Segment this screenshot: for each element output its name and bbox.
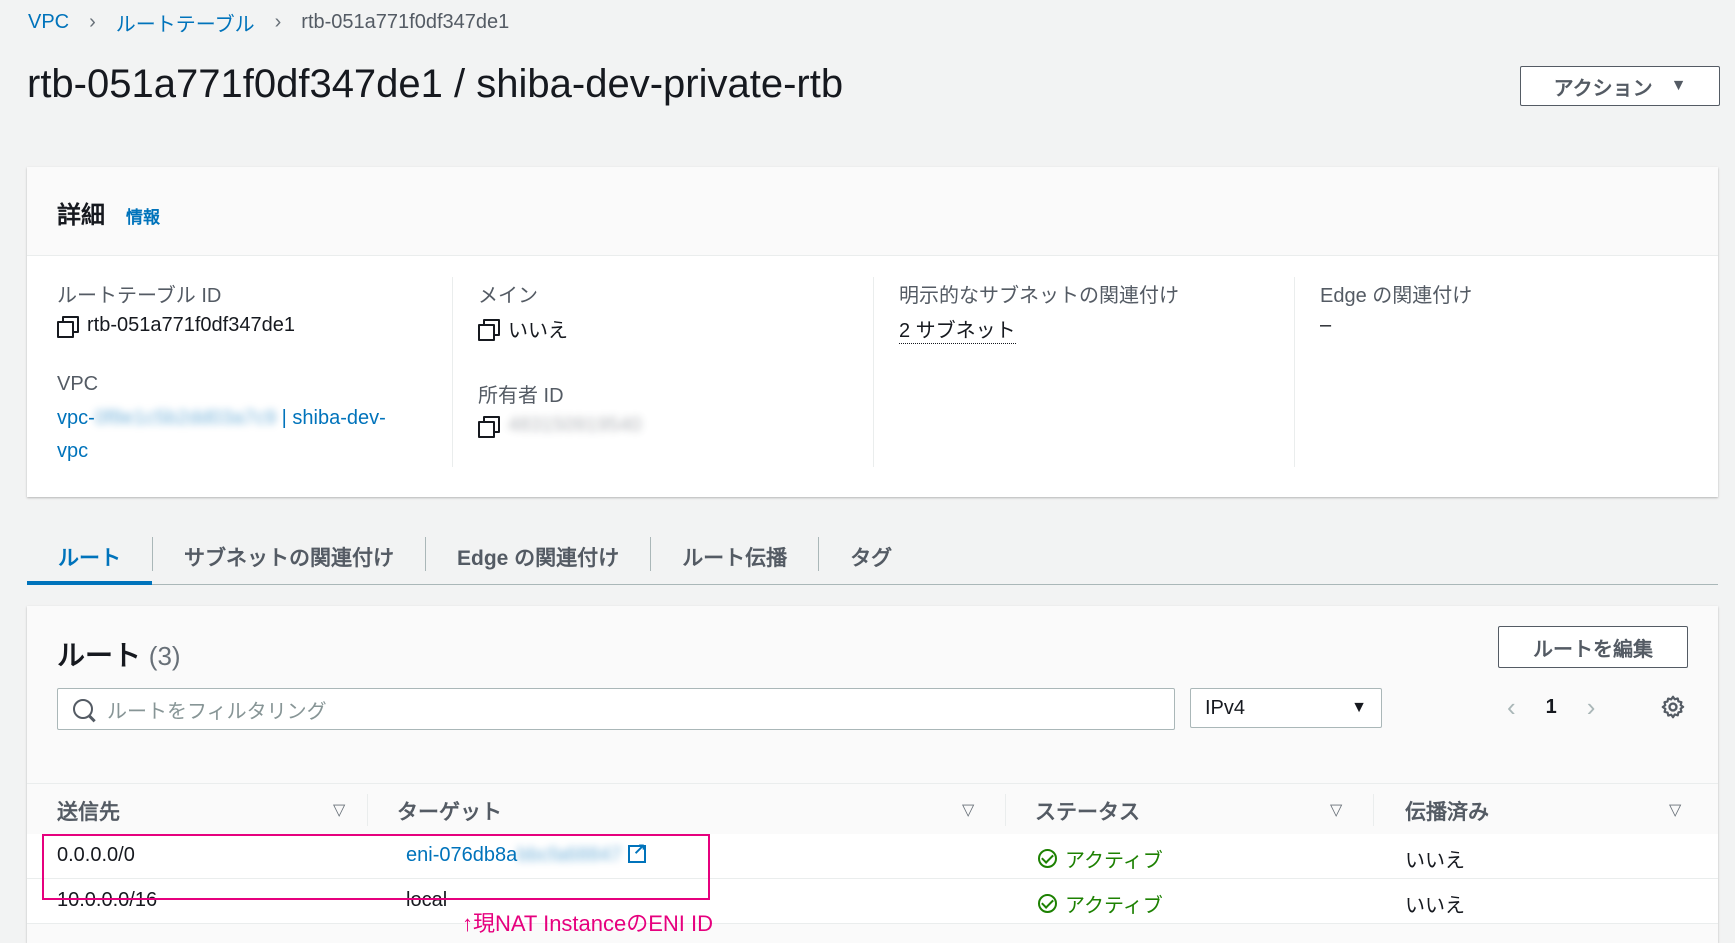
route-table-id-text: rtb-051a771f0df347de1: [87, 314, 295, 336]
tab-route-propagation[interactable]: ルート伝播: [651, 532, 818, 584]
main-value-text: いいえ: [508, 320, 568, 342]
search-placeholder: ルートをフィルタリング: [107, 700, 327, 723]
divider: [452, 277, 453, 467]
tab-tags[interactable]: タグ: [819, 532, 923, 584]
col-target[interactable]: ターゲット: [397, 796, 502, 826]
check-circle-icon: [1038, 894, 1057, 913]
info-link[interactable]: 情報: [126, 203, 160, 228]
row-propagated: いいえ: [1405, 850, 1465, 872]
col-divider: [1373, 794, 1374, 826]
breadcrumb-vpc[interactable]: VPC: [28, 11, 69, 34]
route-table-id-label: ルートテーブル ID: [57, 285, 222, 307]
vpc-link[interactable]: vpc-0f8e1c5b2dd03a7c9 | shiba-dev- vpc: [57, 402, 427, 468]
col-status[interactable]: ステータス: [1035, 796, 1140, 826]
breadcrumb-current: rtb-051a771f0df347de1: [301, 11, 510, 33]
subnet-assoc-text[interactable]: 2 サブネット: [899, 314, 1016, 344]
main-value: いいえ: [478, 314, 858, 343]
tab-bar: ルート サブネットの関連付け Edge の関連付け ルート伝播 タグ: [27, 532, 1718, 585]
edit-routes-button[interactable]: ルートを編集: [1498, 626, 1688, 668]
tab-subnet-associations[interactable]: サブネットの関連付け: [153, 532, 425, 584]
ip-version-value: IPv4: [1205, 696, 1246, 719]
breadcrumb: VPC › ルートテーブル › rtb-051a771f0df347de1: [28, 8, 509, 37]
check-circle-icon: [1038, 849, 1057, 868]
edge-assoc-value: –: [1320, 314, 1332, 336]
chevron-right-icon: ›: [89, 11, 96, 33]
chevron-right-icon: ›: [274, 11, 282, 33]
details-col-1: ルートテーブル ID rtb-051a771f0df347de1 VPC vpc…: [57, 255, 437, 485]
page-number[interactable]: 1: [1546, 696, 1557, 719]
divider: [873, 277, 874, 467]
subnet-assoc-label: 明示的なサブネットの関連付け: [899, 285, 1179, 307]
caret-down-icon: ▼: [1670, 77, 1687, 94]
details-col-4: Edge の関連付け –: [1320, 255, 1700, 485]
actions-button[interactable]: アクション ▼: [1520, 66, 1720, 106]
routes-count: (3): [148, 641, 181, 671]
actions-button-label: アクション: [1553, 77, 1653, 100]
route-table-id-value: rtb-051a771f0df347de1: [57, 314, 437, 338]
chevron-right-icon[interactable]: ›: [1587, 692, 1596, 723]
row-status: アクティブ: [1038, 844, 1163, 873]
route-filter[interactable]: ルートをフィルタリング: [57, 688, 1175, 730]
details-panel: 詳細 情報 ルートテーブル ID rtb-051a771f0df347de1 V…: [27, 167, 1718, 497]
owner-id-value: 483150919540: [478, 414, 858, 438]
details-col-2: メイン いいえ 所有者 ID 483150919540: [478, 255, 858, 485]
edge-assoc-label: Edge の関連付け: [1320, 285, 1473, 307]
col-divider: [367, 794, 368, 826]
col-destination[interactable]: 送信先: [57, 796, 120, 826]
routes-title: ルート (3): [57, 634, 181, 674]
chevron-left-icon[interactable]: ‹: [1507, 692, 1516, 723]
subnet-assoc-value[interactable]: 2 サブネット: [899, 314, 1279, 344]
sort-icon[interactable]: ▽: [962, 800, 974, 820]
row-status-text: アクティブ: [1065, 850, 1163, 872]
row-status: アクティブ: [1038, 889, 1163, 918]
sort-icon[interactable]: ▽: [1669, 800, 1681, 820]
pagination: ‹ 1 ›: [1507, 692, 1595, 723]
vpc-prefix: vpc-: [57, 407, 95, 429]
details-header: 詳細 情報: [27, 167, 1718, 256]
owner-id-redacted: 483150919540: [508, 414, 642, 436]
vpc-name-cont: vpc: [57, 440, 89, 462]
sort-icon[interactable]: ▽: [1330, 800, 1342, 820]
ip-version-select[interactable]: IPv4 ▼: [1190, 688, 1382, 728]
vpc-label: VPC: [57, 373, 99, 395]
routes-title-text: ルート: [57, 640, 142, 671]
main-label: メイン: [478, 285, 538, 307]
copy-icon[interactable]: [57, 315, 79, 338]
caret-down-icon: ▼: [1351, 699, 1367, 716]
sort-icon[interactable]: ▽: [333, 800, 345, 820]
breadcrumb-route-tables[interactable]: ルートテーブル: [116, 8, 255, 37]
copy-icon[interactable]: [478, 318, 500, 341]
tab-edge-associations[interactable]: Edge の関連付け: [426, 532, 650, 584]
divider: [1294, 277, 1295, 467]
copy-icon[interactable]: [478, 415, 500, 438]
tab-routes[interactable]: ルート: [27, 532, 152, 585]
row-status-text: アクティブ: [1065, 895, 1163, 917]
row-propagated: いいえ: [1405, 895, 1465, 917]
vpc-name: | shiba-dev-: [281, 407, 386, 429]
search-icon: [73, 699, 93, 719]
details-col-3: 明示的なサブネットの関連付け 2 サブネット: [899, 255, 1279, 485]
owner-id-label: 所有者 ID: [478, 385, 564, 407]
vpc-id-redacted: 0f8e1c5b2dd03a7c9: [94, 407, 277, 429]
gear-icon[interactable]: [1660, 694, 1686, 720]
details-title: 詳細: [57, 202, 105, 229]
table-header: 送信先 ▽ ターゲット ▽ ステータス ▽ 伝播済み ▽: [27, 783, 1718, 835]
annotation-text: ↑現NAT InstanceのENI ID: [462, 911, 714, 936]
col-divider: [1005, 794, 1006, 826]
page-title: rtb-051a771f0df347de1 / shiba-dev-privat…: [27, 62, 844, 106]
annotation-highlight-box: [42, 834, 710, 900]
col-propagated[interactable]: 伝播済み: [1405, 796, 1489, 826]
